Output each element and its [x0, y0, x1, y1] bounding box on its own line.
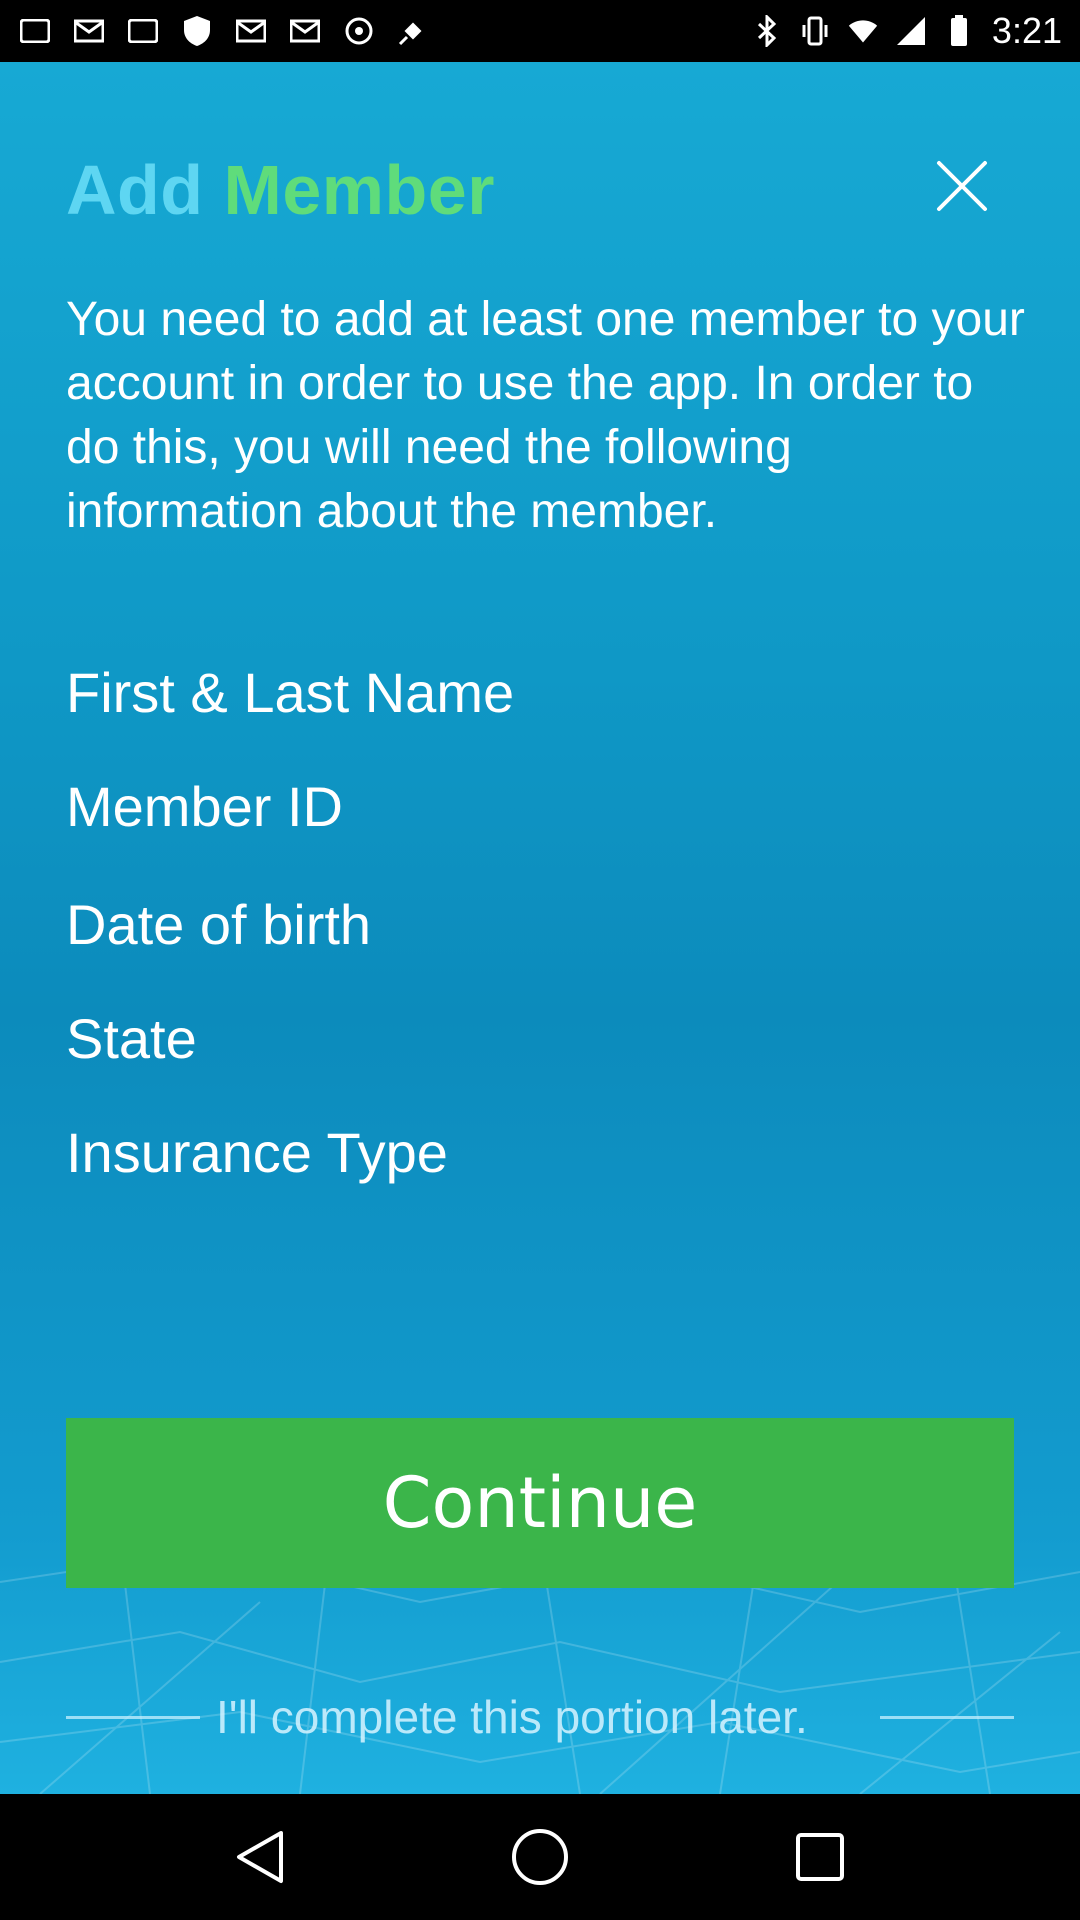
- signal-icon: [896, 14, 926, 48]
- requirement-date-of-birth: Date of birth: [66, 893, 372, 956]
- shield-icon: [180, 14, 214, 48]
- back-icon: [237, 1831, 283, 1883]
- satellite-icon: [396, 14, 430, 48]
- recents-button[interactable]: [775, 1812, 865, 1902]
- page-title: Add Member: [66, 150, 495, 230]
- title-add: Add: [66, 151, 204, 229]
- close-button[interactable]: [936, 160, 988, 212]
- recents-icon: [796, 1833, 844, 1881]
- divider-left: [66, 1715, 200, 1719]
- battery-icon: [944, 14, 974, 48]
- notification-icon: [18, 14, 52, 48]
- divider-right: [880, 1715, 1014, 1719]
- intro-text: You need to add at least one member to y…: [66, 293, 1025, 538]
- requirement-state: State: [66, 1007, 197, 1070]
- mail-icon: [288, 14, 322, 48]
- title-member: Member: [223, 151, 495, 229]
- add-member-screen: Add Member You need to add at least one …: [0, 62, 1080, 1794]
- vibrate-icon: [800, 14, 830, 48]
- back-button[interactable]: [215, 1812, 305, 1902]
- complete-later-link[interactable]: I'll complete this portion later.: [200, 1690, 838, 1744]
- mail-icon: [234, 14, 268, 48]
- status-bar: 3:21: [0, 0, 1080, 62]
- wifi-icon: [848, 14, 878, 48]
- close-icon: [937, 161, 987, 211]
- complete-later-row: I'll complete this portion later.: [66, 1682, 1014, 1752]
- notification-icon: [126, 14, 160, 48]
- mail-icon: [72, 14, 106, 48]
- bluetooth-icon: [752, 14, 782, 48]
- status-time: 3:21: [991, 10, 1062, 51]
- home-icon: [512, 1829, 568, 1885]
- status-icons: [18, 14, 430, 48]
- continue-button[interactable]: Continue: [66, 1418, 1014, 1588]
- home-button[interactable]: [495, 1812, 585, 1902]
- system-nav-bar: [0, 1794, 1080, 1920]
- requirement-name: First & Last Name: [66, 661, 515, 724]
- requirement-member-id: Member ID: [66, 775, 343, 838]
- requirement-insurance-type: Insurance Type: [66, 1121, 448, 1184]
- cloud-icon: [342, 14, 376, 48]
